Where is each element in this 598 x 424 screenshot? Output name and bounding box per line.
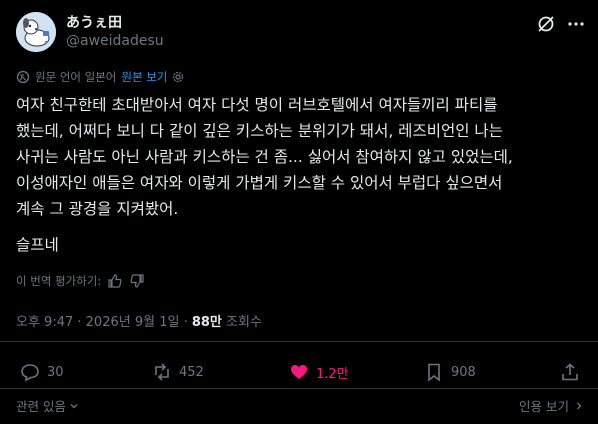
post-line: 여자 친구한테 초대받아서 여자 다섯 명이 러브호텔에서 여자들끼리 파티를 xyxy=(16,96,498,114)
translation-label: 원문 언어 일본어 xyxy=(35,70,117,84)
meta-separator: · xyxy=(73,315,86,330)
translation-bar: 원문 언어 일본어 원본 보기 xyxy=(16,68,185,86)
repost-button[interactable]: 452 xyxy=(152,362,204,382)
reply-count: 30 xyxy=(47,364,64,380)
bookmark-count: 908 xyxy=(451,364,476,380)
post-text: 여자 친구한테 초대받아서 여자 다섯 명이 러브호텔에서 여자들끼리 파티를 … xyxy=(16,92,584,222)
reply-button[interactable]: 30 xyxy=(20,362,64,382)
gear-icon[interactable] xyxy=(171,70,185,84)
quote-view-label: 인용 보기 xyxy=(519,399,569,414)
dog-avatar-icon xyxy=(16,12,56,52)
meta-separator: · xyxy=(179,315,192,330)
post-line: 이성애자인 애들은 여자와 이렇게 가볍게 키스할 수 있어서 부럽다 싶으면서 xyxy=(16,174,503,192)
rate-translation-bar: 이 번역 평가하기: xyxy=(16,272,145,290)
chevron-down-icon xyxy=(70,403,78,408)
post-last-line: 슬프네 xyxy=(16,236,59,254)
related-dropdown[interactable]: 관련 있음 xyxy=(16,396,79,415)
quote-view-link[interactable]: 인용 보기 xyxy=(519,396,584,415)
bookmark-icon xyxy=(424,362,444,382)
more-icon xyxy=(568,22,584,26)
reply-icon xyxy=(20,362,40,382)
post-line: 했는데, 어쩌다 보니 다 같이 깊은 키스하는 분위기가 돼서, 레즈비언인 … xyxy=(16,122,503,140)
post-time[interactable]: 오후 9:47 xyxy=(16,315,73,330)
views-label: 조회수 xyxy=(221,315,262,330)
related-label: 관련 있음 xyxy=(16,399,66,414)
grok-icon xyxy=(538,16,554,32)
divider xyxy=(0,388,598,389)
heart-icon xyxy=(289,362,309,382)
chevron-right-icon xyxy=(577,402,582,409)
grok-button[interactable] xyxy=(534,12,558,36)
avatar[interactable] xyxy=(16,12,56,52)
divider xyxy=(0,341,598,342)
show-original-link[interactable]: 원본 보기 xyxy=(121,69,167,85)
post-date[interactable]: 2026년 9월 1일 xyxy=(86,315,180,330)
share-icon xyxy=(560,362,580,382)
post-line: 계속 그 광경을 지켜봤어. xyxy=(16,200,179,218)
like-button[interactable]: 1.2만 xyxy=(289,362,349,382)
more-options-button[interactable] xyxy=(564,12,588,36)
share-button[interactable] xyxy=(560,362,587,382)
views-count: 88만 xyxy=(191,315,222,330)
author-display-name[interactable]: あうぇ田 xyxy=(66,12,122,32)
translate-icon xyxy=(16,70,30,84)
bookmark-button[interactable]: 908 xyxy=(424,362,476,382)
rate-translation-label: 이 번역 평가하기: xyxy=(16,274,102,288)
thumbs-up-icon[interactable] xyxy=(107,273,123,289)
thumbs-down-icon[interactable] xyxy=(129,273,145,289)
like-count: 1.2만 xyxy=(316,366,349,382)
repost-count: 452 xyxy=(179,364,204,380)
post-meta: 오후 9:47 · 2026년 9월 1일 · 88만 조회수 xyxy=(16,311,262,330)
post-line: 사귀는 사람도 아닌 사람과 키스하는 건 좀... 싫어서 참여하지 않고 있… xyxy=(16,148,513,166)
repost-icon xyxy=(152,362,172,382)
author-handle[interactable]: @aweidadesu xyxy=(66,33,164,49)
